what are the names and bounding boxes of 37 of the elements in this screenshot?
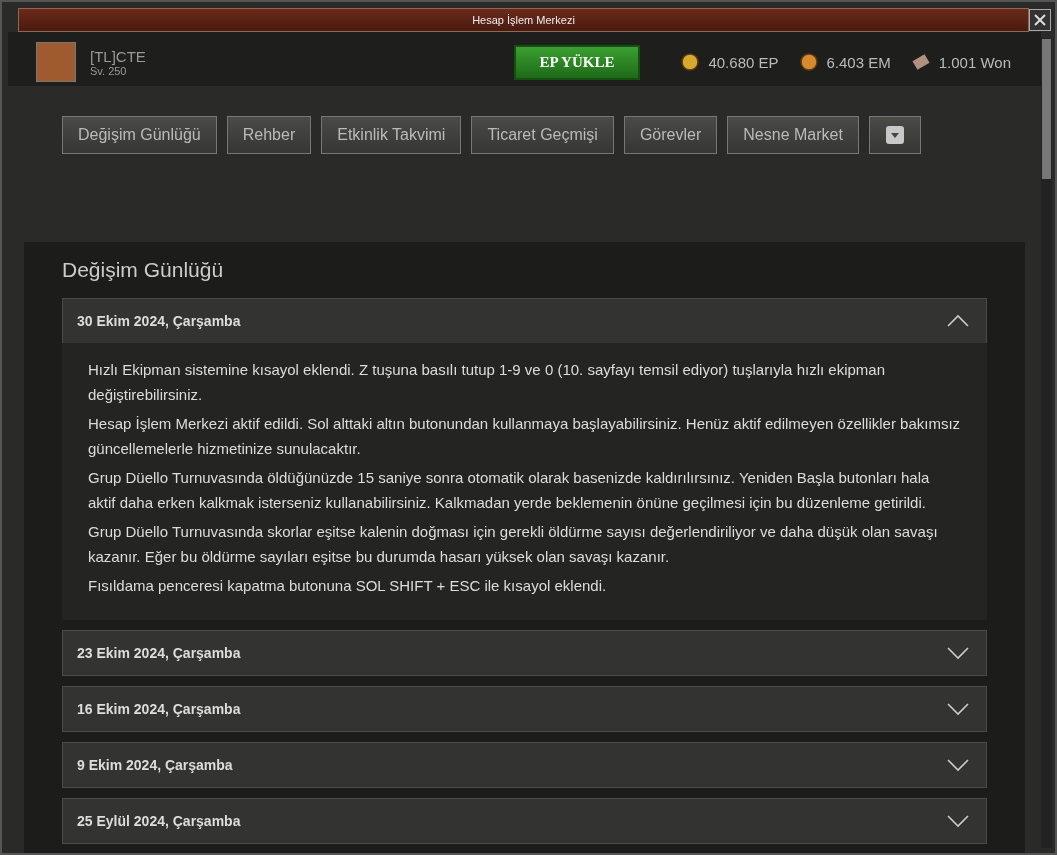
- changelog-note: Hızlı Ekipman sistemine kısayol eklendi. Z tuşuna basılı tutup 1-9 ve 0 (10. sayfayı temsil ediyor) tuşlarıyla hızlı ekipman değiştirebilirsiniz.: [88, 360, 886, 405]
- currency-amount: 40.680 EP: [708, 53, 779, 71]
- tab[interactable]: Görevler: [623, 116, 718, 154]
- avatar-placeholder: [36, 42, 76, 82]
- tab[interactable]: Etkinlik Takvimi: [321, 116, 462, 154]
- changelog-note: Hesap İşlem Merkezi aktif edildi. Sol alttaki altın butonundan kullanmaya başlayabilirsiniz. Henüz aktif edilmeyen özellikler bakımsız güncellemelerle hizmetinize sunulacaktır.: [88, 414, 961, 459]
- tab[interactable]: Rehber: [226, 116, 312, 154]
- dropdown-icon: [885, 126, 904, 144]
- coin-icon: [680, 52, 701, 72]
- changelog-note: Fısıldama penceresi kapatma butonuna SOL SHIFT + ESC ile kısayol eklendi.: [88, 576, 608, 596]
- chevron-down-icon: [946, 758, 970, 772]
- player-name: [TL]CTE: [90, 47, 147, 65]
- chevron-down-icon: [946, 702, 970, 716]
- currency-amount: 1.001 Won: [938, 53, 1011, 71]
- changelog-note: Grup Düello Turnuvasında skorlar eşitse kalenin doğması için gerekli öldürme sayısı değerlendiriliyor ve daha düşük olan savaşı kazanır. Eğer bu öldürme sayıları eşitse bu durumda hasarı yüksek olan savaşı kazanır.: [88, 522, 939, 567]
- more-tabs-button[interactable]: [868, 116, 921, 154]
- panel-title: Değişim Günlüğü: [62, 258, 225, 282]
- scrollbar[interactable]: [1041, 38, 1052, 848]
- currency-amount: 6.403 EM: [826, 53, 891, 71]
- chevron-down-icon: [946, 646, 970, 660]
- changelog-note: Grup Düello Turnuvasında öldüğünüzde 15 saniye sonra otomatik olarak basenizde kaldırılırsınız. Yeniden Başla butonları hala aktif daha erken kalkmak isterseniz kullanabilirsiniz. Kalkmadan yerde beklemenin önüne geçilmesi için bu düzenleme getirildi.: [88, 468, 931, 513]
- accordion-header[interactable]: 30 Ekim 2024, Çarşamba: [62, 298, 987, 344]
- player-level: Sv. 250: [90, 64, 127, 77]
- load-ep-button[interactable]: EP YÜKLE: [513, 44, 641, 80]
- close-icon: [1033, 13, 1047, 27]
- accordion-header[interactable]: 9 Ekim 2024, Çarşamba: [62, 742, 987, 788]
- coin-icon: [798, 52, 819, 72]
- tab[interactable]: Ticaret Geçmişi: [471, 116, 614, 154]
- close-button[interactable]: [1029, 9, 1051, 31]
- chevron-down-icon: [946, 814, 970, 828]
- accordion-header[interactable]: 25 Eylül 2024, Çarşamba: [62, 798, 987, 844]
- window-title: Hesap İşlem Merkezi: [472, 14, 575, 26]
- tab[interactable]: Değişim Günlüğü: [62, 116, 217, 154]
- chevron-up-icon: [946, 314, 970, 328]
- accordion-header[interactable]: 16 Ekim 2024, Çarşamba: [62, 686, 987, 732]
- tab[interactable]: Nesne Market: [727, 116, 859, 154]
- accordion-header[interactable]: 23 Ekim 2024, Çarşamba: [62, 630, 987, 676]
